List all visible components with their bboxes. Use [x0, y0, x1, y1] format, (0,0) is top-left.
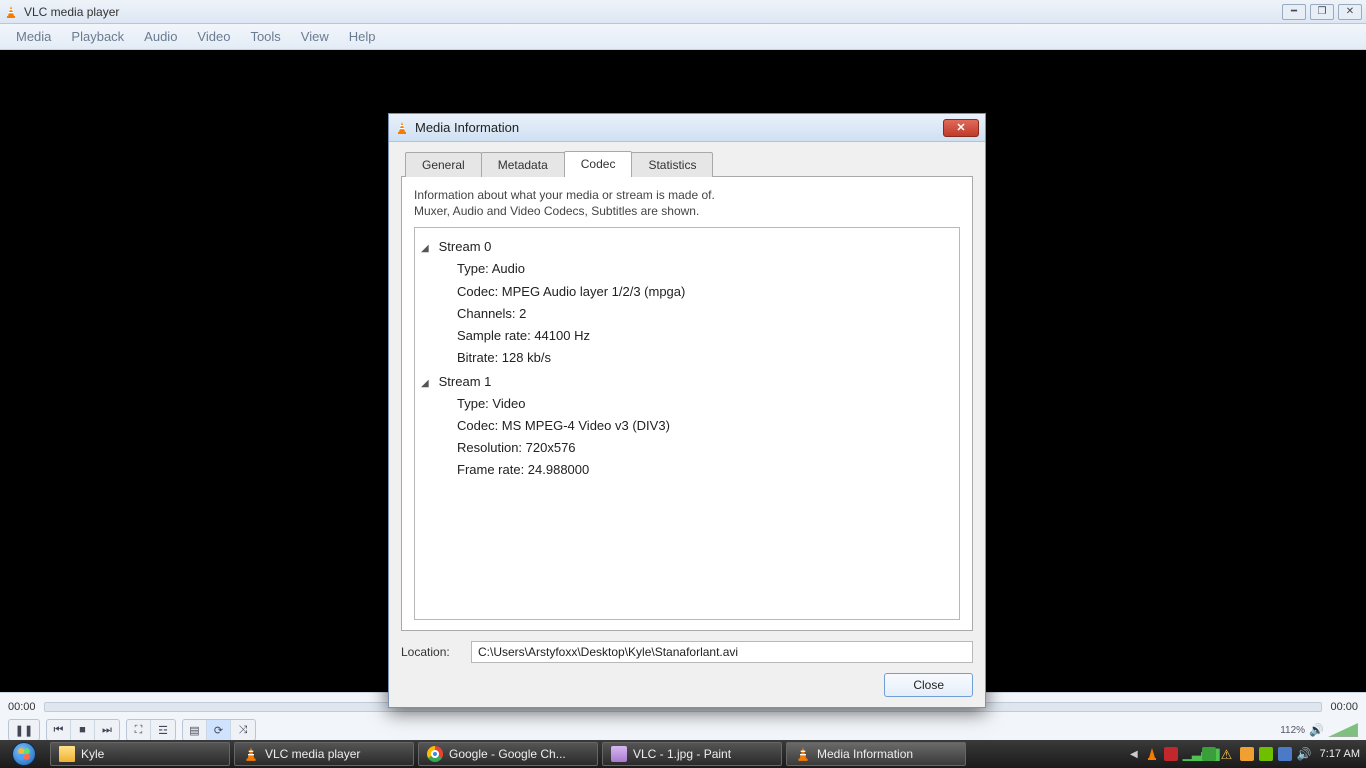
taskbar-item-chrome[interactable]: Google - Google Ch...	[418, 742, 598, 766]
menu-audio[interactable]: Audio	[134, 25, 187, 48]
previous-button[interactable]: ⏮	[47, 720, 71, 740]
close-window-button[interactable]: ✕	[1338, 4, 1362, 20]
menu-media[interactable]: Media	[6, 25, 61, 48]
tab-general[interactable]: General	[405, 152, 482, 177]
folder-icon	[59, 746, 75, 762]
tree-prop[interactable]: Frame rate: 24.988000	[457, 459, 953, 481]
codec-tree[interactable]: ◢ Stream 0 Type: Audio Codec: MPEG Audio…	[414, 227, 960, 620]
tray-warning-icon[interactable]: ⚠	[1221, 747, 1235, 761]
tab-codec[interactable]: Codec	[564, 151, 633, 177]
taskbar-label: VLC media player	[265, 747, 360, 761]
volume-slider[interactable]	[1328, 723, 1358, 737]
taskbar-item-paint[interactable]: VLC - 1.jpg - Paint	[602, 742, 782, 766]
shuffle-button[interactable]: ⤨	[231, 720, 255, 740]
tray-nvidia-icon[interactable]	[1259, 747, 1273, 761]
taskbar-item-media-information[interactable]: Media Information	[786, 742, 966, 766]
tray-vlc-icon[interactable]	[1145, 747, 1159, 761]
vlc-cone-icon	[395, 121, 409, 135]
menu-tools[interactable]: Tools	[240, 25, 290, 48]
tree-stream-1[interactable]: ◢ Stream 1	[421, 371, 953, 393]
menu-playback[interactable]: Playback	[61, 25, 134, 48]
taskbar-item-kyle[interactable]: Kyle	[50, 742, 230, 766]
taskbar-item-vlc[interactable]: VLC media player	[234, 742, 414, 766]
chrome-icon	[427, 746, 443, 762]
mute-speaker-icon[interactable]: 🔊	[1309, 723, 1324, 737]
play-pause-button[interactable]: ❚❚	[9, 720, 39, 740]
vlc-cone-icon	[795, 746, 811, 762]
playlist-button[interactable]: ▤	[183, 720, 207, 740]
location-input[interactable]	[471, 641, 973, 663]
tray-network-icon[interactable]	[1278, 747, 1292, 761]
vlc-cone-icon	[4, 5, 18, 19]
codec-hint: Information about what your media or str…	[414, 187, 960, 219]
fullscreen-button[interactable]: ⛶	[127, 720, 151, 740]
tree-prop[interactable]: Type: Audio	[457, 258, 953, 280]
location-label: Location:	[401, 645, 461, 659]
maximize-button[interactable]: ❐	[1310, 4, 1334, 20]
elapsed-time: 00:00	[8, 701, 36, 713]
close-button[interactable]: Close	[884, 673, 973, 697]
tree-stream-0[interactable]: ◢ Stream 0	[421, 236, 953, 258]
total-time: 00:00	[1330, 701, 1358, 713]
tree-prop[interactable]: Bitrate: 128 kb/s	[457, 347, 953, 369]
taskbar-label: Media Information	[817, 747, 913, 761]
paint-icon	[611, 746, 627, 762]
menu-view[interactable]: View	[291, 25, 339, 48]
menu-bar: Media Playback Audio Video Tools View He…	[0, 24, 1366, 50]
dialog-close-button[interactable]: ✕	[943, 119, 979, 137]
taskbar: Kyle VLC media player Google - Google Ch…	[0, 740, 1366, 768]
window-title: VLC media player	[24, 5, 1282, 19]
codec-tab-pane: Information about what your media or str…	[401, 176, 973, 631]
taskbar-clock[interactable]: 7:17 AM	[1320, 748, 1360, 760]
tree-prop[interactable]: Codec: MS MPEG-4 Video v3 (DIV3)	[457, 415, 953, 437]
tray-show-hidden-icon[interactable]: ◀	[1130, 749, 1138, 760]
tree-prop[interactable]: Sample rate: 44100 Hz	[457, 325, 953, 347]
tree-toggle-icon[interactable]: ◢	[421, 240, 433, 257]
playback-controls: ❚❚ ⏮ ■ ⏭ ⛶ ☲ ▤ ⟳ ⤨ 112% 🔊	[0, 720, 1366, 740]
tray-signal-icon[interactable]: ▁▃▅▇	[1183, 747, 1197, 761]
taskbar-label: Kyle	[81, 747, 104, 761]
loop-button[interactable]: ⟳	[207, 720, 231, 740]
dialog-titlebar[interactable]: Media Information ✕	[389, 114, 985, 142]
window-titlebar: VLC media player ━ ❐ ✕	[0, 0, 1366, 24]
vlc-cone-icon	[243, 746, 259, 762]
taskbar-label: VLC - 1.jpg - Paint	[633, 747, 731, 761]
tray-volume-icon[interactable]: 🔊	[1297, 747, 1311, 761]
stop-button[interactable]: ■	[71, 720, 95, 740]
tree-prop[interactable]: Type: Video	[457, 393, 953, 415]
taskbar-label: Google - Google Ch...	[449, 747, 566, 761]
tray-app2-icon[interactable]	[1240, 747, 1254, 761]
system-tray: ◀ ▁▃▅▇ ⚠ 🔊 7:17 AM	[1124, 747, 1366, 761]
tray-adobe-icon[interactable]	[1164, 747, 1178, 761]
start-button[interactable]	[0, 740, 48, 768]
dialog-title: Media Information	[415, 120, 943, 135]
tray-app-icon[interactable]	[1202, 747, 1216, 761]
extended-settings-button[interactable]: ☲	[151, 720, 175, 740]
dialog-tabs: General Metadata Codec Statistics	[405, 150, 973, 176]
tree-toggle-icon[interactable]: ◢	[421, 375, 433, 392]
tree-prop[interactable]: Codec: MPEG Audio layer 1/2/3 (mpga)	[457, 281, 953, 303]
volume-control: 112% 🔊	[1280, 723, 1358, 737]
tree-prop[interactable]: Resolution: 720x576	[457, 437, 953, 459]
menu-video[interactable]: Video	[187, 25, 240, 48]
next-button[interactable]: ⏭	[95, 720, 119, 740]
media-information-dialog: Media Information ✕ General Metadata Cod…	[388, 113, 986, 708]
tree-prop[interactable]: Channels: 2	[457, 303, 953, 325]
volume-percent: 112%	[1280, 725, 1305, 736]
menu-help[interactable]: Help	[339, 25, 386, 48]
minimize-button[interactable]: ━	[1282, 4, 1306, 20]
tab-statistics[interactable]: Statistics	[631, 152, 713, 177]
tab-metadata[interactable]: Metadata	[481, 152, 565, 177]
